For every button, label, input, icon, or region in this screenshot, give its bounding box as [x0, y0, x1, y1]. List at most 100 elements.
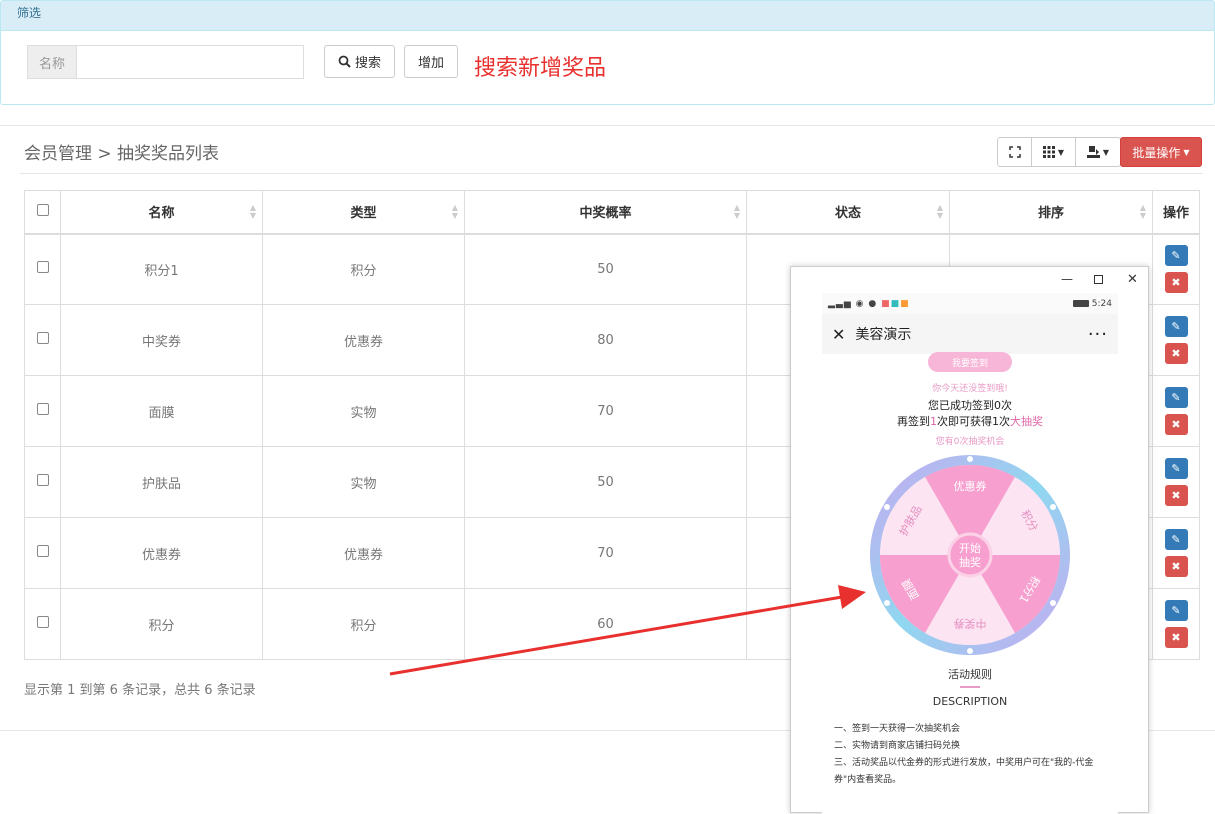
- breadcrumb-divider: [20, 173, 1203, 174]
- sort-icon: ▲ ▼: [733, 203, 740, 220]
- rule-text: 一、签到一天获得一次抽奖机会: [834, 724, 961, 734]
- delete-button[interactable]: ✖: [1164, 343, 1188, 364]
- edit-icon: ✎: [1171, 391, 1181, 404]
- header-name-label: 名称: [148, 206, 175, 222]
- edit-icon: ✎: [1171, 604, 1181, 617]
- edit-button[interactable]: ✎: [1164, 387, 1188, 408]
- row-select-cell: [24, 233, 61, 305]
- cell-actions: ✎ ✖: [1152, 446, 1200, 518]
- row-checkbox[interactable]: [36, 261, 49, 274]
- chevron-down-icon: ▼: [1057, 147, 1065, 157]
- select-all-cell: [24, 190, 61, 235]
- row-checkbox[interactable]: [36, 616, 49, 628]
- row-checkbox[interactable]: [36, 474, 49, 486]
- sort-icon: ▲ ▼: [249, 203, 256, 220]
- start-button-circle: [947, 532, 993, 578]
- header-actions: 操作: [1152, 190, 1200, 235]
- search-icon: [338, 55, 351, 68]
- cell-probability: 50: [464, 446, 747, 518]
- header-probability-label: 中奖概率: [579, 206, 632, 222]
- battery-icon: [1072, 300, 1089, 307]
- search-button[interactable]: 搜索: [324, 45, 395, 78]
- cell-type: 优惠券: [262, 304, 465, 376]
- sort-icon: ▲ ▼: [1139, 203, 1146, 220]
- cell-probability: 70: [464, 517, 747, 589]
- description-title: DESCRIPTION: [932, 695, 1008, 708]
- header-type[interactable]: 类型 ▲ ▼: [262, 190, 465, 235]
- row-checkbox[interactable]: [36, 545, 49, 557]
- cell-actions: ✎ ✖: [1152, 517, 1200, 589]
- cell-actions: ✎ ✖: [1152, 304, 1200, 376]
- cell-probability: 80: [464, 304, 747, 376]
- signin-button-label: 我要签到: [951, 358, 988, 369]
- maximize-icon[interactable]: [1094, 275, 1103, 284]
- edit-button[interactable]: ✎: [1164, 245, 1188, 267]
- header-status-label: 状态: [834, 206, 861, 222]
- wheel-bulb: [1050, 504, 1056, 510]
- delete-button[interactable]: ✖: [1164, 556, 1188, 577]
- delete-button[interactable]: ✖: [1164, 272, 1188, 294]
- close-window-icon[interactable]: ✕: [1127, 272, 1138, 287]
- table-header-row: 名称 ▲ ▼ 类型 ▲ ▼ 中奖概率 ▲ ▼ 状态 ▲ ▼ 排序 ▲ ▼ 操作: [24, 190, 1200, 235]
- grand-lottery-link[interactable]: 大抽奖: [1010, 415, 1043, 428]
- row-checkbox[interactable]: [36, 403, 49, 415]
- minimize-icon[interactable]: —: [1061, 272, 1073, 286]
- cell-probability: 50: [464, 233, 747, 305]
- grid-icon: [1042, 146, 1055, 158]
- edit-button[interactable]: ✎: [1164, 529, 1188, 550]
- phone-nav-bar: ✕ 美容演示 ···: [822, 314, 1118, 354]
- select-all-checkbox[interactable]: [36, 203, 49, 216]
- row-checkbox[interactable]: [36, 332, 49, 344]
- cell-type: 优惠券: [262, 517, 465, 589]
- chevron-down-icon: ▼: [1102, 147, 1110, 157]
- cell-probability: 60: [464, 588, 747, 660]
- edit-button[interactable]: ✎: [1164, 458, 1188, 479]
- phone-title: 美容演示: [855, 327, 912, 343]
- header-name[interactable]: 名称 ▲ ▼: [60, 190, 263, 235]
- caret-down-icon: ▼: [1183, 147, 1190, 157]
- fullscreen-icon: [1008, 146, 1021, 158]
- row-select-cell: [24, 375, 61, 447]
- delete-button[interactable]: ✖: [1164, 414, 1188, 435]
- breadcrumb: 会员管理 > 抽奖奖品列表: [24, 144, 220, 164]
- cell-name: 护肤品: [60, 446, 263, 518]
- delete-icon: ✖: [1171, 347, 1181, 360]
- batch-label: 批量操作: [1132, 145, 1181, 160]
- header-sort-order[interactable]: 排序 ▲ ▼: [949, 190, 1153, 235]
- header-status[interactable]: 状态 ▲ ▼: [746, 190, 950, 235]
- close-icon[interactable]: ✕: [832, 325, 845, 344]
- cell-type: 积分: [262, 233, 465, 305]
- fullscreen-button[interactable]: [997, 137, 1032, 167]
- annotation-search-add: 搜索新增奖品: [474, 56, 607, 81]
- row-select-cell: [24, 304, 61, 376]
- export-button[interactable]: ▼: [1075, 137, 1121, 167]
- chances-text: 您有0次抽奖机会: [935, 437, 1005, 447]
- cell-type: 积分: [262, 588, 465, 660]
- more-icon[interactable]: ···: [1088, 324, 1108, 345]
- delete-button[interactable]: ✖: [1164, 627, 1188, 648]
- edit-button[interactable]: ✎: [1164, 600, 1188, 621]
- cell-actions: ✎ ✖: [1152, 588, 1200, 660]
- row-select-cell: [24, 517, 61, 589]
- row-select-cell: [24, 446, 61, 518]
- delete-button[interactable]: ✖: [1164, 485, 1188, 506]
- name-input[interactable]: [76, 45, 304, 79]
- add-button[interactable]: 增加: [404, 45, 458, 78]
- edit-button[interactable]: ✎: [1164, 316, 1188, 337]
- header-probability[interactable]: 中奖概率 ▲ ▼: [464, 190, 747, 235]
- rule-text: 三、活动奖品以代金券的形式进行发放，中奖用户可在"我的-代金券"内查看奖品。: [834, 758, 1094, 785]
- lottery-wheel: 优惠券 积分 积分1 中奖券 面膜 护肤品 开始 抽奖: [870, 455, 1070, 655]
- edit-icon: ✎: [1171, 462, 1181, 475]
- edit-icon: ✎: [1171, 533, 1181, 546]
- signin-button[interactable]: 我要签到: [928, 352, 1012, 372]
- phone-status-bar: ▂▃▅ ◉ ● ■■■ 5:24: [822, 293, 1118, 314]
- cell-type: 实物: [262, 446, 465, 518]
- header-sort-order-label: 排序: [1037, 206, 1064, 222]
- wheel-bulb: [1050, 600, 1056, 606]
- columns-button[interactable]: ▼: [1031, 137, 1076, 167]
- header-type-label: 类型: [350, 206, 377, 222]
- wheel-bulb: [967, 456, 973, 462]
- edit-icon: ✎: [1171, 320, 1181, 333]
- delete-icon: ✖: [1171, 489, 1181, 502]
- batch-operations-button[interactable]: 批量操作 ▼: [1120, 137, 1202, 167]
